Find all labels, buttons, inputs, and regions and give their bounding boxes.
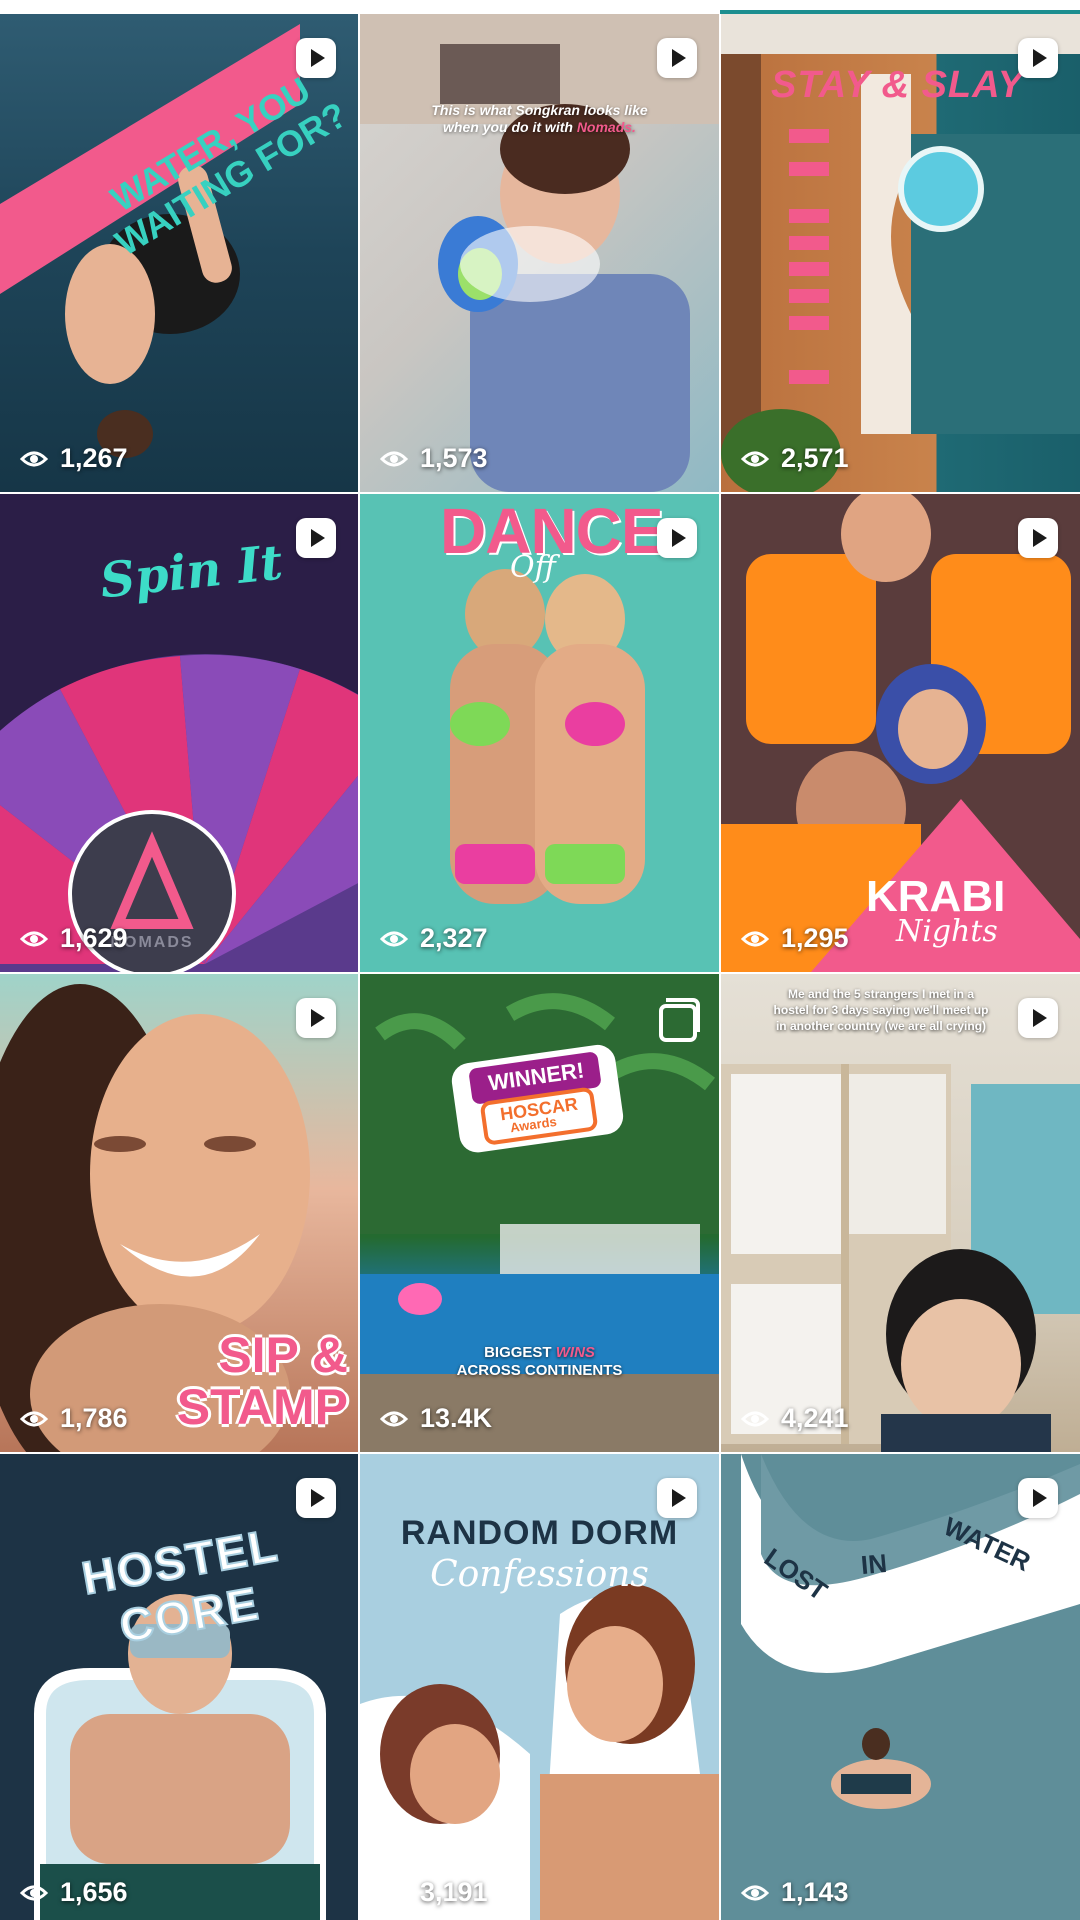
- view-count: 1,295: [741, 923, 849, 954]
- grid-tile-8[interactable]: WINNER! HOSCAR Awards BIGGEST WINS ACROS…: [360, 974, 719, 1452]
- view-count-value: 1,143: [781, 1877, 849, 1907]
- view-count-value: 1,629: [60, 923, 128, 953]
- view-count: 1,573: [380, 443, 488, 474]
- caption-line-1-text: BIGGEST: [484, 1344, 556, 1361]
- grid-tile-3[interactable]: STAY & SLAY 2,571: [721, 14, 1080, 492]
- grid-tile-12[interactable]: LOST IN WATER 1,143: [721, 1454, 1080, 1920]
- hostel-core-scene: [34, 1594, 326, 1920]
- tile-subtitle: Confessions: [430, 1554, 649, 1595]
- eye-icon: [20, 1885, 48, 1900]
- eye-icon: [380, 1411, 408, 1426]
- play-icon: [1018, 518, 1058, 558]
- view-count-value: 13.4K: [420, 1403, 493, 1433]
- sea-scene: [721, 1454, 1080, 1920]
- view-count-value: 3,191: [420, 1877, 488, 1907]
- reels-grid: WATER, YOU WAITING FOR? 1,267 This is wh…: [0, 14, 1080, 1920]
- eye-icon: [20, 451, 48, 466]
- eye-icon: [20, 931, 48, 946]
- view-count: 1,143: [741, 1877, 849, 1908]
- play-icon: [296, 998, 336, 1038]
- view-count-value: 1,295: [781, 923, 849, 953]
- eye-icon: [380, 451, 408, 466]
- view-count: 1,267: [20, 443, 128, 474]
- tile-title: STAY & SLAY: [771, 64, 1025, 106]
- play-icon: [296, 1478, 336, 1518]
- caption-line-1: This is what Songkran looks like: [431, 102, 648, 118]
- dorm-scene: [721, 1064, 1080, 1452]
- view-count-value: 2,327: [420, 923, 488, 953]
- eye-icon: [20, 1411, 48, 1426]
- play-icon: [1018, 1478, 1058, 1518]
- play-icon: [1018, 38, 1058, 78]
- play-icon: [657, 38, 697, 78]
- grid-tile-7[interactable]: SIP & STAMP 1,786: [0, 974, 358, 1452]
- tile-subtitle: Nights: [896, 914, 998, 949]
- play-icon: [657, 1478, 697, 1518]
- eye-icon: [741, 1885, 769, 1900]
- grid-tile-6[interactable]: KRABI Nights 1,295: [721, 494, 1080, 972]
- tile-title-line-1: SIP &: [218, 1327, 348, 1383]
- caption-line-3: in another country (we are all crying): [775, 1019, 987, 1033]
- tile-title-line-2: STAMP: [176, 1379, 348, 1435]
- view-count-value: 1,786: [60, 1403, 128, 1433]
- eye-icon: [380, 931, 408, 946]
- tile-title: RANDOM DORM: [400, 1514, 679, 1552]
- grid-tile-11[interactable]: RANDOM DORM Confessions 3,191: [360, 1454, 719, 1920]
- view-count: 1,786: [20, 1403, 128, 1434]
- view-count-value: 4,241: [781, 1403, 849, 1433]
- tile-subtitle: Off: [510, 550, 556, 585]
- view-count: 13.4K: [380, 1403, 492, 1434]
- view-count-value: 1,267: [60, 443, 128, 473]
- view-count-value: 1,656: [60, 1877, 128, 1907]
- view-count: 3,191: [380, 1877, 488, 1908]
- top-strip: [0, 0, 1080, 14]
- grid-tile-2[interactable]: This is what Songkran looks like when yo…: [360, 14, 719, 492]
- view-count-value: 1,573: [420, 443, 488, 473]
- play-icon: [296, 518, 336, 558]
- caption-line-2: when you do it with Nomads.: [360, 119, 719, 136]
- caption-line-2: ACROSS CONTINENTS: [456, 1362, 623, 1379]
- caption-brand: Nomads.: [576, 119, 636, 135]
- title-word-2: IN: [859, 1547, 889, 1581]
- caption-line-1: BIGGEST WINS: [360, 1344, 719, 1362]
- view-count: 2,327: [380, 923, 488, 954]
- play-icon: [1018, 998, 1058, 1038]
- caption-line-1-emph: WINS: [555, 1344, 595, 1361]
- view-count: 2,571: [741, 443, 849, 474]
- grid-tile-1[interactable]: WATER, YOU WAITING FOR? 1,267: [0, 14, 358, 492]
- caption-line-2-text: when you do it with: [443, 119, 577, 135]
- eye-icon: [741, 1411, 769, 1426]
- eye-icon: [380, 1885, 408, 1900]
- grid-tile-10[interactable]: HOSTEL CORE 1,656: [0, 1454, 358, 1920]
- view-count: 4,241: [741, 1403, 849, 1434]
- play-icon: [296, 38, 336, 78]
- view-count-value: 2,571: [781, 443, 849, 473]
- play-icon: [657, 518, 697, 558]
- eye-icon: [741, 451, 769, 466]
- songkran-scene: [360, 14, 719, 492]
- carousel-icon: [657, 998, 700, 1042]
- grid-tile-4[interactable]: Spin It NOMADS 1,629: [0, 494, 358, 972]
- caption-line-2: hostel for 3 days saying we'll meet up: [773, 1003, 989, 1017]
- caption-line-1: Me and the 5 strangers I met in a: [787, 987, 975, 1001]
- view-count: 1,656: [20, 1877, 128, 1908]
- view-count: 1,629: [20, 923, 128, 954]
- eye-icon: [741, 931, 769, 946]
- grid-tile-9[interactable]: Me and the 5 strangers I met in a hostel…: [721, 974, 1080, 1452]
- grid-tile-5[interactable]: DANCE Off 2,327: [360, 494, 719, 972]
